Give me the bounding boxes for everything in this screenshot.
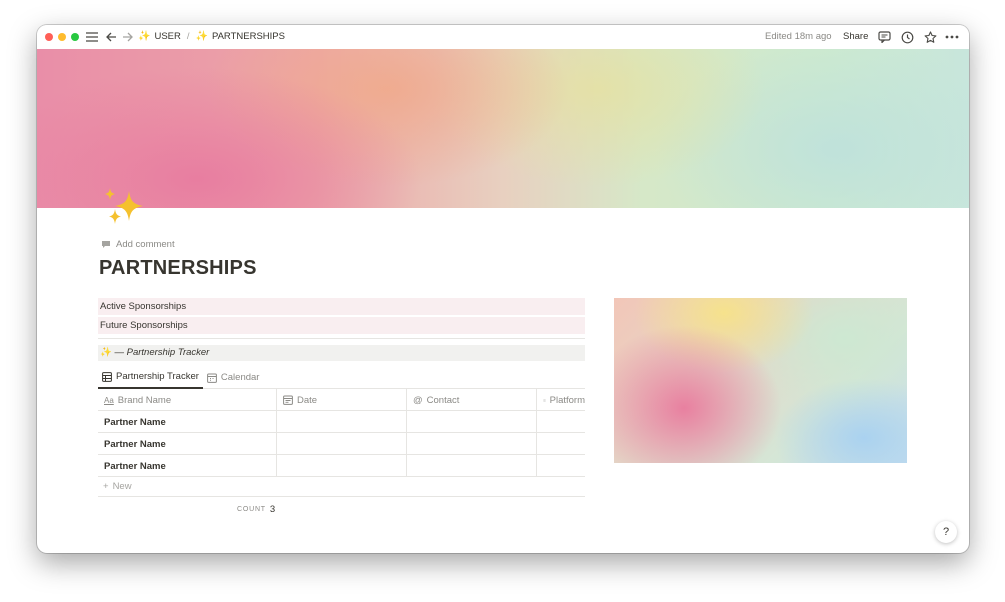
new-row-label: New [112,481,132,492]
platform-cell[interactable] [537,433,585,455]
table-icon [102,371,112,382]
contact-cell[interactable] [407,455,537,477]
platform-cell[interactable] [537,455,585,477]
table-row[interactable]: Partner Name [98,411,585,433]
help-button[interactable]: ? [935,521,957,543]
sparkles-icon: ✨ [195,31,208,42]
edited-timestamp: Edited 18m ago [765,31,832,42]
date-cell[interactable] [277,433,407,455]
column-header-contact[interactable]: @ Contact [407,389,537,411]
breadcrumb: ✨ USER / ✨ PARTNERSHIPS [138,31,285,42]
sparkles-icon: ✨ [100,347,112,358]
linked-page-future-sponsorships[interactable]: Future Sponsorships [98,317,585,334]
minimize-window-button[interactable] [58,33,66,41]
linked-page-active-sponsorships[interactable]: Active Sponsorships [98,298,585,315]
comment-icon [102,241,110,248]
more-options-icon[interactable] [943,29,961,45]
table-row[interactable]: Partner Name [98,433,585,455]
forward-arrow-icon[interactable] [120,29,134,45]
sparkles-icon[interactable] [101,185,147,231]
favorite-star-icon[interactable] [922,29,938,45]
history-clock-icon[interactable] [899,29,915,45]
partnership-table: Aa Brand Name Date @ Contact Platform Pa… [98,389,585,497]
database-title-text: — Partnership Tracker [114,347,210,358]
list-icon [543,399,546,401]
count-value: 3 [269,504,276,515]
date-cell[interactable] [277,455,407,477]
breadcrumb-separator: / [186,31,190,42]
column-header-brand-name[interactable]: Aa Brand Name [98,389,277,411]
tab-calendar[interactable]: Calendar [203,367,264,389]
brand-name-cell[interactable]: Partner Name [98,411,277,433]
sparkles-icon: ✨ [138,31,151,42]
comments-icon[interactable] [876,29,892,45]
contact-cell[interactable] [407,411,537,433]
platform-cell[interactable] [537,411,585,433]
close-window-button[interactable] [45,33,53,41]
divider [98,338,585,339]
add-new-row-button[interactable]: + New [98,477,585,497]
table-row[interactable]: Partner Name [98,455,585,477]
back-arrow-icon[interactable] [104,29,118,45]
date-icon [283,395,293,405]
breadcrumb-partnerships[interactable]: PARTNERSHIPS [212,31,285,42]
column-header-date[interactable]: Date [277,389,407,411]
brand-name-cell[interactable]: Partner Name [98,455,277,477]
zoom-window-button[interactable] [71,33,79,41]
add-comment-label: Add comment [116,239,175,250]
brand-name-cell[interactable]: Partner Name [98,433,277,455]
gradient-image [614,298,907,463]
breadcrumb-user[interactable]: USER [154,31,180,42]
calendar-icon [207,373,217,383]
tab-label: Partnership Tracker [116,371,199,382]
database-title[interactable]: ✨ — Partnership Tracker [98,345,585,361]
row-count[interactable]: COUNT 3 [237,504,275,515]
tab-label: Calendar [220,372,260,383]
top-bar: ✨ USER / ✨ PARTNERSHIPS Edited 18m ago S… [37,25,969,49]
count-label: COUNT [237,506,266,513]
at-icon: @ [413,394,423,406]
text-aa-icon: Aa [104,395,114,405]
page-cover-image[interactable] [37,49,969,208]
share-button[interactable]: Share [843,31,868,42]
table-header-row: Aa Brand Name Date @ Contact Platform [98,389,585,411]
contact-cell[interactable] [407,433,537,455]
app-window: ✨ USER / ✨ PARTNERSHIPS Edited 18m ago S… [37,25,969,553]
page-title[interactable]: PARTNERSHIPS [99,257,257,280]
tab-partnership-tracker[interactable]: Partnership Tracker [98,367,203,389]
add-comment-button[interactable]: Add comment [101,239,175,250]
date-cell[interactable] [277,411,407,433]
plus-icon: + [103,481,109,492]
sidebar-menu-icon[interactable] [85,29,99,45]
column-header-platform[interactable]: Platform [537,389,585,411]
database-view-tabs: Partnership Tracker Calendar [98,367,585,389]
